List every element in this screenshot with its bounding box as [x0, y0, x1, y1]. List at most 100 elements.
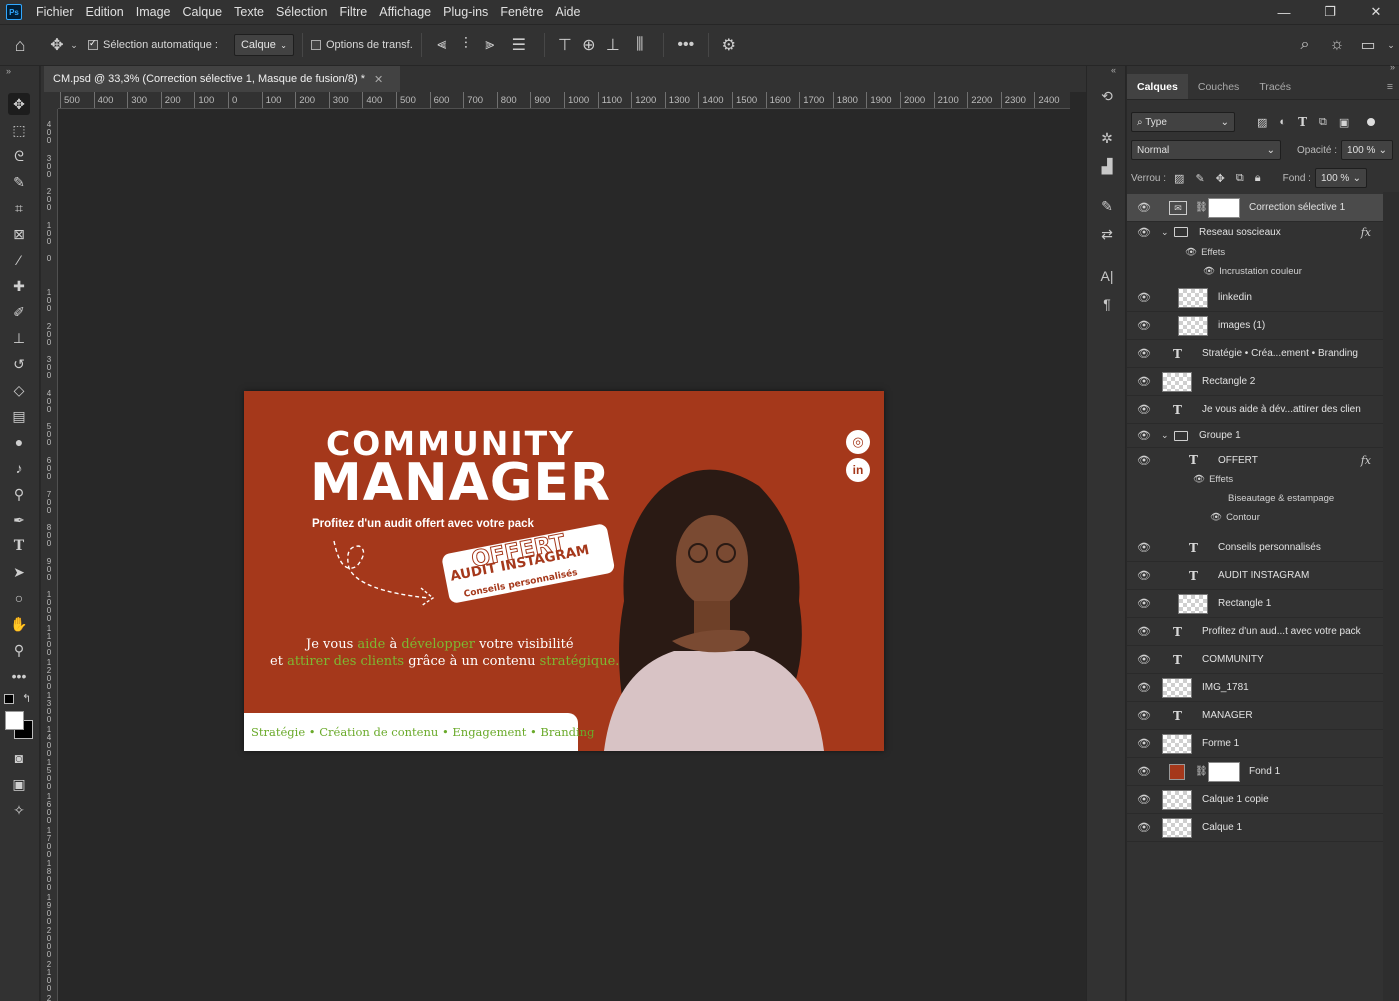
layer-row[interactable]: 👁︎ T Stratégie • Créa...ement • Branding	[1127, 340, 1383, 368]
history-panel-icon[interactable]: ⟲	[1097, 86, 1117, 106]
lock-all-icon[interactable]: 🔒︎	[1255, 172, 1261, 185]
blend-mode-dropdown[interactable]: Normal ⌄	[1131, 140, 1281, 160]
layer-row[interactable]: 👁︎ Rectangle 1	[1127, 590, 1383, 618]
menu-fenetre[interactable]: Fenêtre	[494, 0, 549, 24]
hand-tool-icon[interactable]: ✋	[8, 613, 30, 635]
effects-row[interactable]: 👁︎ Effets	[1185, 243, 1225, 262]
chevron-down-icon[interactable]: ⌄	[1161, 430, 1169, 441]
layer-row[interactable]: 👁︎ T Profitez d'un aud...t avec votre pa…	[1127, 618, 1383, 646]
visibility-eye-icon[interactable]: 👁︎	[1137, 597, 1151, 610]
histogram-panel-icon[interactable]: ▟	[1097, 156, 1117, 176]
visibility-eye-icon[interactable]: 👁︎	[1137, 737, 1151, 750]
gradient-tool-icon[interactable]: ▤	[8, 405, 30, 427]
layer-row[interactable]: 👁︎ T Je vous aide à dév...attirer des cl…	[1127, 396, 1383, 424]
effect-row[interactable]: 👁︎ Incrustation couleur	[1203, 262, 1302, 281]
visibility-eye-icon[interactable]: 👁︎	[1137, 625, 1151, 638]
move-tool-icon[interactable]: ✥	[46, 35, 68, 55]
visibility-eye-icon[interactable]: 👁︎	[1137, 429, 1151, 442]
visibility-eye-icon[interactable]: 👁︎	[1137, 347, 1151, 360]
align-top-icon[interactable]: ⊤	[553, 35, 577, 55]
menu-calque[interactable]: Calque	[177, 0, 229, 24]
marquee-tool-icon[interactable]: ⬚	[8, 119, 30, 141]
document-canvas[interactable]: COMMUNITY MANAGER Profitez d'un audit of…	[244, 391, 884, 751]
visibility-eye-icon[interactable]: 👁︎	[1137, 765, 1151, 778]
document-tab[interactable]: CM.psd @ 33,3% (Correction sélective 1, …	[44, 66, 400, 92]
menu-aide[interactable]: Aide	[549, 0, 586, 24]
visibility-eye-icon[interactable]: 👁︎	[1137, 375, 1151, 388]
link-icon[interactable]: ⛓	[1195, 202, 1208, 213]
more-options-icon[interactable]: •••	[672, 36, 700, 54]
visibility-eye-icon[interactable]: 👁︎	[1137, 454, 1151, 467]
gear-icon[interactable]: ⚙	[717, 35, 741, 55]
quick-selection-icon[interactable]: ✎	[8, 171, 30, 193]
menu-fichier[interactable]: Fichier	[30, 0, 80, 24]
align-right-icon[interactable]: ⫸	[478, 36, 502, 54]
healing-brush-icon[interactable]: ✚	[8, 275, 30, 297]
search-icon[interactable]: ⌕	[1289, 36, 1321, 54]
layer-row[interactable]: 👁︎ Calque 1 copie	[1127, 786, 1383, 814]
type-tool-icon[interactable]: T	[8, 535, 30, 557]
tab-calques[interactable]: Calques	[1127, 74, 1188, 99]
layer-row[interactable]: 👁︎ Forme 1	[1127, 730, 1383, 758]
clone-stamp-icon[interactable]: ⊥	[8, 327, 30, 349]
layer-row[interactable]: 👁︎ IMG_1781	[1127, 674, 1383, 702]
effect-row[interactable]: 👁︎ Contour	[1210, 508, 1260, 527]
layer-row[interactable]: 👁︎ images (1)	[1127, 312, 1383, 340]
auto-select-checkbox[interactable]	[88, 38, 98, 50]
blur-tool-icon[interactable]: ●	[8, 431, 30, 453]
menu-texte[interactable]: Texte	[228, 0, 270, 24]
transform-options-toggle[interactable]: Options de transf.	[310, 39, 413, 51]
filter-pixel-icon[interactable]: ▨	[1257, 116, 1267, 129]
filter-toggle[interactable]	[1367, 118, 1376, 126]
shape-tool-icon[interactable]: ○	[8, 587, 30, 609]
layer-row[interactable]: 👁︎ T MANAGER	[1127, 702, 1383, 730]
close-tab-icon[interactable]: ✕	[374, 73, 383, 86]
home-icon[interactable]: ⌂	[0, 35, 40, 56]
properties-panel-icon[interactable]: ✲	[1097, 128, 1117, 148]
tab-couches[interactable]: Couches	[1188, 74, 1249, 99]
lock-position-icon[interactable]: ✥	[1216, 172, 1225, 185]
dodge-tool-icon[interactable]: ♪	[8, 457, 30, 479]
brush-settings-icon[interactable]: ✎	[1097, 196, 1117, 216]
visibility-eye-icon[interactable]: 👁︎	[1137, 201, 1151, 214]
visibility-eye-icon[interactable]: 👁︎	[1185, 247, 1197, 258]
fx-icon[interactable]: fx	[1361, 454, 1371, 467]
align-bottom-icon[interactable]: ⊥	[601, 35, 625, 55]
sponge-tool-icon[interactable]: ⚲	[8, 483, 30, 505]
layer-row[interactable]: 👁︎ T Conseils personnalisés	[1127, 534, 1383, 562]
swap-colors-icon[interactable]: ↰	[22, 692, 31, 705]
layer-group-row[interactable]: 👁︎ ⌄ Reseau soscieaux fx	[1127, 222, 1383, 242]
effects-row[interactable]: 👁︎ Effets	[1193, 470, 1233, 489]
close-icon[interactable]: ✕	[1353, 0, 1399, 24]
distribute-icon[interactable]: ☰	[502, 35, 536, 55]
filter-adjustment-icon[interactable]: ◐	[1279, 116, 1286, 128]
layer-row[interactable]: 👁︎ linkedin	[1127, 284, 1383, 312]
workspace-icon[interactable]: ▭	[1353, 35, 1383, 55]
chevron-down-icon[interactable]: ⌄	[68, 40, 80, 51]
align-left-icon[interactable]: ⫷	[430, 36, 454, 54]
screen-mode-icon[interactable]: ▣	[8, 773, 30, 795]
brush-tool-icon[interactable]: ✐	[8, 301, 30, 323]
visibility-eye-icon[interactable]: 👁︎	[1137, 319, 1151, 332]
edit-toolbar-icon[interactable]: •••	[8, 665, 30, 687]
discover-bulb-icon[interactable]: ☼	[1321, 36, 1353, 54]
lock-transparent-icon[interactable]: ▨	[1174, 172, 1184, 185]
auto-select-toggle[interactable]: Sélection automatique :	[88, 38, 218, 51]
align-middle-icon[interactable]: ⊕	[577, 35, 601, 55]
collapse-toolbar-icon[interactable]: »	[6, 66, 11, 76]
filter-type-icon[interactable]: T	[1298, 115, 1307, 129]
move-tool-icon[interactable]: ✥	[8, 93, 30, 115]
visibility-eye-icon[interactable]: 👁︎	[1137, 653, 1151, 666]
filter-shape-icon[interactable]: ⧉	[1319, 116, 1327, 129]
layer-group-row[interactable]: 👁︎ ⌄ Groupe 1	[1127, 424, 1383, 448]
layers-scrollbar[interactable]	[1383, 192, 1399, 1001]
minimize-icon[interactable]: —	[1261, 0, 1307, 24]
layer-row[interactable]: 👁︎ Calque 1	[1127, 814, 1383, 842]
visibility-eye-icon[interactable]: 👁︎	[1210, 512, 1222, 523]
filter-smart-object-icon[interactable]: ▣	[1339, 116, 1349, 129]
menu-selection[interactable]: Sélection	[270, 0, 333, 24]
auto-select-target-dropdown[interactable]: Calque ⌄	[233, 34, 294, 56]
expand-panel-icon[interactable]: »	[1390, 62, 1395, 72]
visibility-eye-icon[interactable]: 👁︎	[1137, 681, 1151, 694]
pen-tool-icon[interactable]: ✒	[8, 509, 30, 531]
